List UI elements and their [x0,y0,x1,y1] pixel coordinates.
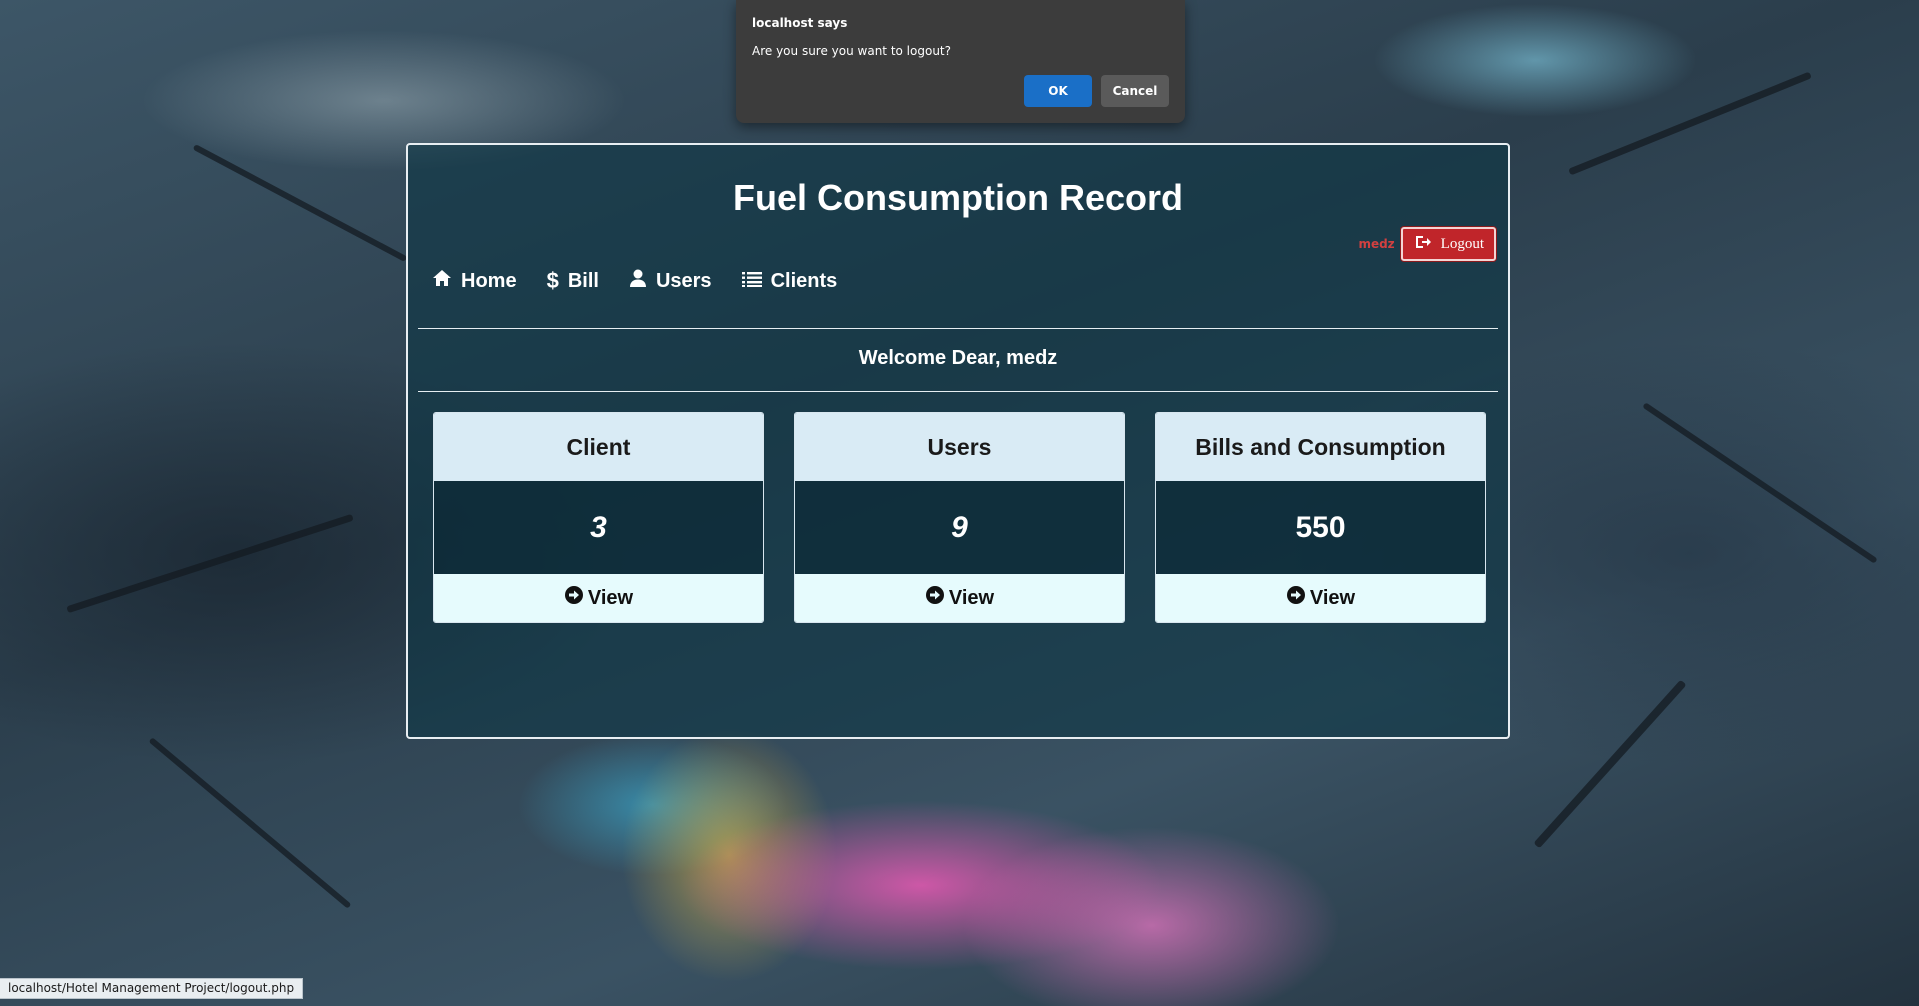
home-icon [432,269,452,293]
view-label: View [587,586,634,609]
dialog-buttons: OK Cancel [1024,75,1169,107]
main-panel: Fuel Consumption Record medz Logout Home… [406,143,1510,739]
nav-item-label: Users [655,269,712,292]
background-crack [1642,402,1878,564]
users-card: Users 9 View [794,412,1125,623]
bills-view-button[interactable]: View [1156,574,1485,622]
view-label: View [1309,586,1356,609]
status-bar-url: localhost/Hotel Management Project/logou… [0,978,304,999]
nav-item-home[interactable]: Home [432,268,517,294]
card-title: Bills and Consumption [1156,413,1485,481]
arrow-circle-right-icon [564,585,584,611]
logout-icon [1415,235,1431,254]
client-view-button[interactable]: View [434,574,763,622]
background-crack [1568,71,1812,176]
list-icon [741,270,762,293]
nav-item-label: Clients [770,269,838,292]
background-crack [66,513,354,614]
arrow-circle-right-icon [1286,585,1306,611]
summary-cards: Client 3 View Users 9 View Bills and Con… [433,412,1486,623]
page-title: Fuel Consumption Record [733,177,1183,218]
bills-card: Bills and Consumption 550 View [1155,412,1486,623]
user-icon [629,269,647,293]
ok-button[interactable]: OK [1024,75,1092,107]
dialog-title: localhost says [752,16,848,30]
nav-item-clients[interactable]: Clients [741,268,838,294]
main-nav: Home $ Bill Users Clients [432,268,837,294]
card-count: 3 [434,481,763,574]
dollar-icon: $ [546,268,559,293]
nav-item-bill[interactable]: $ Bill [547,268,599,294]
divider-bottom [418,391,1498,392]
background-crack [148,737,352,909]
username-label: medz [1358,237,1395,251]
user-area: medz Logout [1358,227,1496,261]
users-view-button[interactable]: View [795,574,1124,622]
arrow-circle-right-icon [925,585,945,611]
view-label: View [948,586,995,609]
nav-item-label: Home [461,269,517,292]
client-card: Client 3 View [433,412,764,623]
card-count: 550 [1156,481,1485,574]
divider-top [418,328,1498,329]
logout-label: Logout [1440,236,1484,252]
nav-item-users[interactable]: Users [629,268,712,294]
logout-button[interactable]: Logout [1400,227,1496,261]
card-title: Client [434,413,763,481]
background-crack [1533,679,1687,849]
confirm-dialog: localhost says Are you sure you want to … [736,0,1185,123]
nav-item-label: Bill [567,269,599,292]
card-title: Users [795,413,1124,481]
card-count: 9 [795,481,1124,574]
cancel-button[interactable]: Cancel [1101,75,1169,107]
welcome-message: Welcome Dear, medz [858,347,1058,369]
dialog-message: Are you sure you want to logout? [752,44,951,58]
background-crack [192,144,408,262]
